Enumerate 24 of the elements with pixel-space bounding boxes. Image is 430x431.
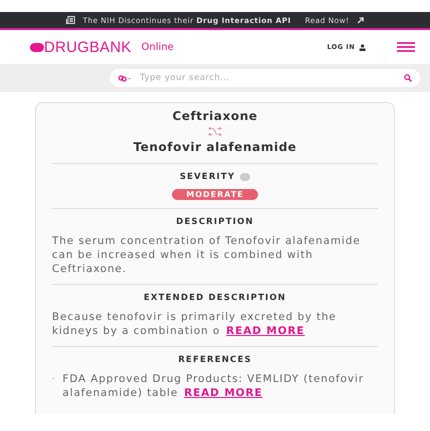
logo-icon (30, 42, 44, 52)
drug-name[interactable]: Ceftriaxone (172, 109, 258, 123)
drug-name[interactable]: Tenofovir alafenamide (133, 140, 297, 154)
section-heading: EXTENDED DESCRIPTION (144, 293, 286, 303)
section-text: FDA Approved Drug Products: VEMLIDY (tenofovir alafenamide) table READ MORE (62, 372, 365, 400)
brand-name[interactable]: DRUGBANK (44, 38, 132, 56)
document-icon (66, 16, 75, 24)
arrow-icon (357, 16, 364, 24)
read-more-link[interactable]: READ MORE (226, 325, 305, 337)
section-heading: SEVERITY (180, 172, 236, 182)
list-bullet: . (52, 372, 55, 383)
swap-icon (208, 127, 222, 136)
brand-suffix: Online (141, 42, 174, 52)
section-text: The serum concentration of Tenofovir alafenamide can be increased when it is combined with Ceftriaxone. (52, 234, 362, 276)
section-heading: REFERENCES (178, 355, 252, 365)
user-icon (359, 44, 366, 50)
search-bar[interactable]: Type your search... (110, 69, 420, 87)
severity-badge: MODERATE (172, 189, 258, 200)
read-more-link[interactable]: READ MORE (184, 387, 263, 399)
category-dropdown-icon[interactable] (118, 74, 132, 82)
menu-icon[interactable] (396, 42, 416, 52)
search-icon[interactable] (404, 74, 412, 82)
section-text: Because tenofovir is primarily excreted by the kidneys by a combination o READ MORE (52, 310, 338, 338)
section-heading: DESCRIPTION (176, 217, 254, 227)
